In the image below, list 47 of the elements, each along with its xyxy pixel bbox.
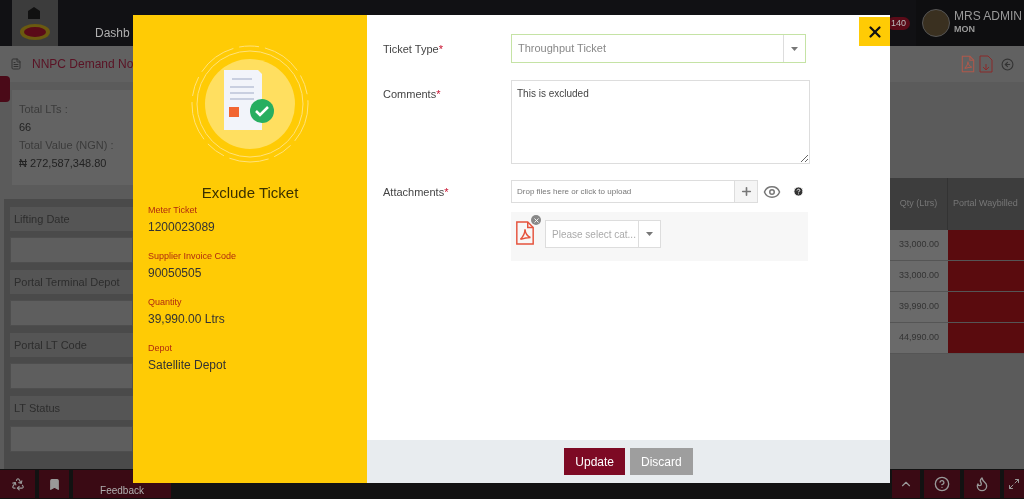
bookmark-icon: [47, 477, 61, 491]
remove-file-icon[interactable]: [531, 215, 541, 225]
detail-label: Depot: [148, 342, 174, 354]
add-icon: [739, 185, 753, 198]
recycle-icon: [10, 477, 25, 491]
nav-tab[interactable]: Dashb: [95, 0, 130, 46]
recycle-button[interactable]: [0, 470, 35, 498]
help-icon[interactable]: [793, 186, 804, 197]
filter-field[interactable]: [10, 237, 133, 263]
detail-value: Satellite Depot: [148, 357, 228, 374]
fullscreen-icon: [1008, 478, 1020, 490]
side-toggle[interactable]: [0, 76, 10, 102]
update-button[interactable]: Update: [564, 448, 625, 475]
close-button[interactable]: [859, 17, 890, 46]
page-title: NNPC Demand No: [32, 56, 134, 73]
detail-label: Quantity: [148, 296, 183, 308]
summary-value: ₦ 272,587,348.80: [19, 156, 108, 171]
bookmark-button[interactable]: [39, 470, 69, 498]
caret-icon: [646, 232, 653, 236]
summary-value: 66: [19, 120, 33, 135]
ticket-type-select[interactable]: Throughput Ticket: [511, 34, 806, 63]
dialog-title: Exclude Ticket: [201, 184, 299, 202]
comments-field[interactable]: This is excluded: [511, 80, 810, 164]
logo[interactable]: [12, 0, 58, 46]
user-role: MON: [954, 23, 976, 37]
help-icon: [934, 476, 950, 492]
detail-value: 1200023089: [148, 219, 216, 236]
filter-field[interactable]: [10, 300, 133, 326]
flame-button[interactable]: [964, 470, 1000, 498]
pdf-file-icon: [961, 55, 975, 73]
detail-value: 39,990.00 Ltrs: [148, 311, 226, 328]
file-upload-field[interactable]: Drop files here or click to upload: [511, 180, 758, 203]
help-button[interactable]: [924, 470, 960, 498]
user-panel[interactable]: MRS ADMIN MON: [916, 0, 1024, 46]
detail-label: Supplier Invoice Code: [148, 250, 238, 262]
field-label: Attachments*: [383, 185, 450, 200]
flame-icon: [974, 476, 990, 492]
fullscreen-button[interactable]: [1004, 470, 1024, 498]
field-label: Comments*: [383, 87, 442, 102]
filter-field[interactable]: [10, 426, 133, 452]
avatar-icon: [922, 9, 950, 37]
back-icon[interactable]: [1001, 57, 1014, 71]
filter-field[interactable]: [10, 363, 133, 389]
detail-label: Meter Ticket: [148, 204, 198, 216]
user-name: MRS ADMIN: [954, 9, 1022, 24]
field-label: Ticket Type*: [383, 42, 444, 57]
detail-value: 90050505: [148, 265, 203, 282]
